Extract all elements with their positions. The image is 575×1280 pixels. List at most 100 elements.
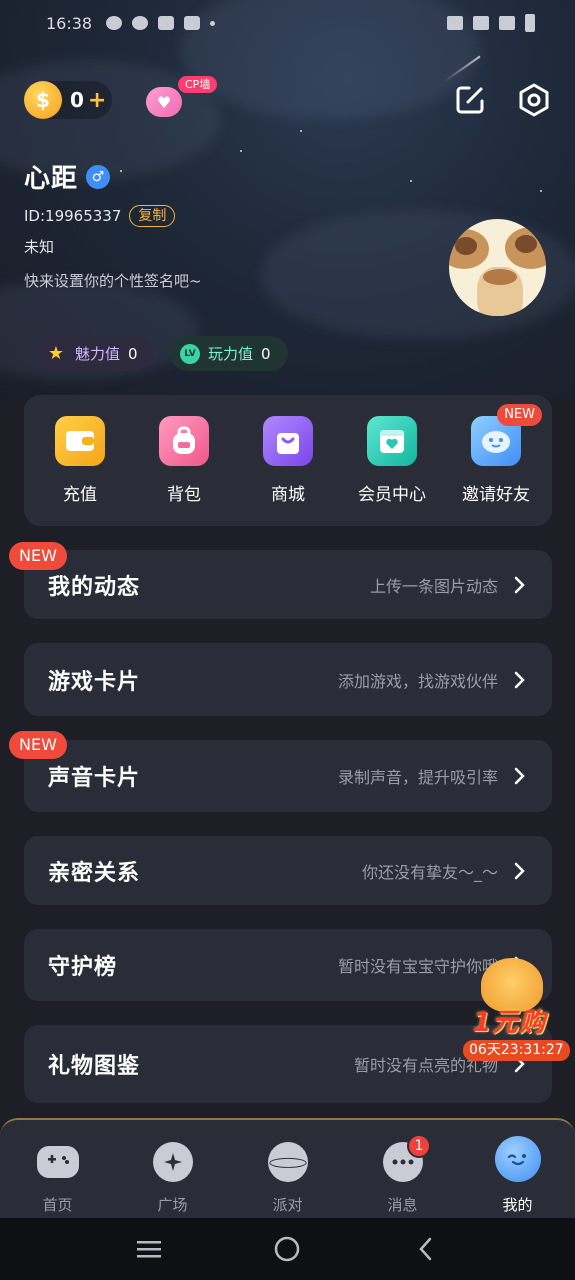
tab-label: 消息 (387, 1196, 418, 1214)
profile-name-row: 心距 ♂ (24, 158, 111, 195)
recent-apps-button[interactable] (129, 1229, 169, 1269)
user-id: ID:19965337 (24, 207, 122, 225)
member-heart-icon (367, 416, 417, 466)
charm-value: 0 (128, 344, 138, 363)
status-bar: 16:38 (46, 10, 535, 36)
star-icon: ★ (47, 343, 65, 364)
settings-status-icon (106, 16, 123, 30)
heart-bubble-icon: ♥ (146, 87, 182, 117)
level-icon: LV (180, 343, 200, 364)
profile-name: 心距 (24, 164, 79, 194)
gamepad-icon (36, 1146, 79, 1178)
coin-add-icon: + (87, 87, 107, 113)
charm-label: 魅力值 (75, 345, 121, 363)
menu-item-desc: 你还没有挚友～_～ (361, 862, 498, 882)
tab-label: 派对 (272, 1196, 303, 1214)
chevron-right-icon (514, 671, 528, 688)
notification-dot-icon (210, 20, 216, 26)
quick-action-label: 邀请好友 (462, 485, 530, 505)
sparkle-icon (152, 1142, 193, 1182)
system-navigation-bar (0, 1218, 575, 1280)
wifi-icon (473, 16, 489, 30)
quick-action-member-center[interactable]: 会员中心 (342, 416, 442, 505)
new-badge: NEW (9, 731, 67, 759)
backpack-icon (159, 416, 209, 466)
settings-button[interactable] (516, 82, 552, 118)
menu-item-title: 亲密关系 (48, 860, 141, 886)
user-signature[interactable]: 快来设置你的个性签名吧~ (24, 270, 202, 291)
quick-action-backpack[interactable]: 背包 (134, 416, 234, 505)
gear-icon (519, 83, 549, 117)
tab-label: 首页 (42, 1196, 73, 1214)
coin-icon: $ (24, 81, 62, 119)
menu-item-title: 守护榜 (48, 955, 118, 980)
menu-item-game-card[interactable]: 游戏卡片 添加游戏，找游戏伙伴 (24, 643, 552, 716)
tab-label: 广场 (157, 1196, 188, 1214)
menu-item-title: 我的动态 (48, 574, 141, 600)
circle-home-icon (275, 1236, 300, 1262)
tab-label: 我的 (502, 1196, 533, 1214)
quick-action-invite-friends[interactable]: 邀请好友 NEW (446, 404, 546, 505)
quick-actions-panel: 充值 背包 商城 会员中心 邀请好友 NEW (24, 395, 552, 526)
menu-item-desc: 添加游戏，找游戏伙伴 (337, 671, 498, 691)
quick-action-label: 会员中心 (358, 485, 426, 505)
planet-icon (267, 1142, 308, 1182)
chevron-right-icon (514, 862, 528, 879)
quick-action-label: 充值 (63, 485, 97, 505)
me-face-icon (494, 1136, 541, 1182)
bottom-tab-bar: 首页 广场 派对 消息 1 我的 (0, 1118, 575, 1218)
app-status-icon (132, 16, 149, 30)
menu-lines-icon (137, 1241, 162, 1258)
promo-text: 1元购 (473, 1008, 547, 1038)
menu-item-title: 声音卡片 (48, 766, 141, 791)
home-button[interactable] (267, 1229, 307, 1269)
back-button[interactable] (406, 1229, 446, 1269)
user-region: 未知 (24, 238, 55, 256)
mail-status-icon-2 (184, 16, 201, 30)
chevron-right-icon (514, 576, 528, 593)
menu-item-title: 礼物图鉴 (48, 1054, 141, 1079)
vibrate-icon (447, 16, 463, 30)
tab-home[interactable]: 首页 (0, 1120, 115, 1218)
play-value-pill[interactable]: LV 玩力值 0 (170, 336, 288, 371)
user-id-row: ID:19965337 复制 (24, 205, 176, 227)
coin-balance[interactable]: $ 0 + (24, 81, 112, 119)
menu-item-intimate-relations[interactable]: 亲密关系 你还没有挚友～_～ (24, 836, 552, 905)
quick-action-store[interactable]: 商城 (238, 416, 338, 505)
promo-countdown: 06天23:31:27 (463, 1040, 570, 1061)
chevron-right-icon (514, 767, 528, 785)
menu-item-title: 游戏卡片 (48, 669, 141, 695)
tab-me[interactable]: 我的 (460, 1120, 575, 1218)
unread-count-badge: 1 (407, 1134, 431, 1158)
menu-item-my-moments[interactable]: 我的动态 上传一条图片动态 (24, 550, 552, 619)
menu-item-voice-card[interactable]: 声音卡片 录制声音，提升吸引率 (24, 740, 552, 812)
battery-icon (525, 14, 535, 32)
tab-square[interactable]: 广场 (115, 1120, 230, 1218)
tab-messages[interactable]: 消息 1 (345, 1120, 460, 1218)
menu-item-desc: 录制声音，提升吸引率 (337, 768, 498, 787)
new-badge: NEW (497, 404, 542, 426)
quick-action-label: 背包 (167, 485, 201, 505)
quick-action-recharge[interactable]: 充值 (30, 416, 130, 505)
mail-status-icon (158, 16, 175, 30)
new-badge: NEW (9, 542, 67, 570)
menu-item-desc: 上传一条图片动态 (369, 576, 498, 596)
edit-icon (456, 86, 484, 114)
cp-wall-tag: CP墙 (178, 76, 218, 93)
edit-profile-button[interactable] (452, 82, 488, 118)
one-yuan-promo-widget[interactable]: 1元购 06天23:31:27 (463, 958, 570, 1062)
shopping-bag-icon (263, 416, 313, 466)
signal-icon (499, 16, 515, 30)
male-gender-icon: ♂ (86, 164, 111, 189)
copy-id-button[interactable]: 复制 (129, 205, 176, 227)
status-time: 16:38 (46, 13, 93, 33)
coin-count: 0 (70, 88, 84, 112)
tab-party[interactable]: 派对 (230, 1120, 345, 1218)
wallet-icon (55, 416, 105, 466)
play-label: 玩力值 (208, 345, 254, 363)
back-arrow-icon (419, 1237, 432, 1261)
play-value: 0 (261, 344, 271, 363)
avatar[interactable] (449, 219, 546, 316)
quick-action-label: 商城 (271, 485, 305, 505)
charm-value-pill[interactable]: ★ 魅力值 0 (35, 336, 153, 371)
